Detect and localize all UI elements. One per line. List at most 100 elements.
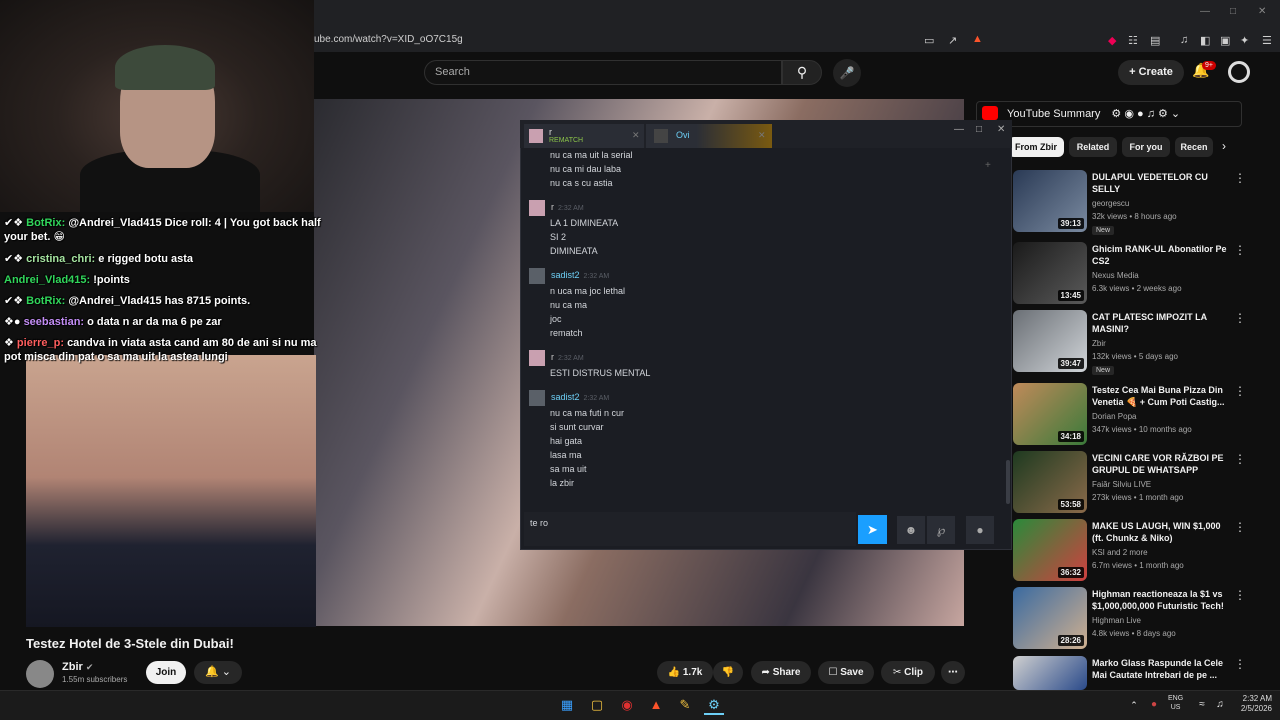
cast-icon[interactable]: ▭ bbox=[924, 34, 934, 47]
brave-shield-icon[interactable]: ▲ bbox=[972, 33, 983, 45]
more-vert-icon[interactable]: ⋮ bbox=[1234, 311, 1246, 325]
avatar[interactable] bbox=[1228, 61, 1250, 83]
chat-tab-r[interactable]: r REMATCH ✕ bbox=[524, 124, 644, 148]
chip-recent[interactable]: Recen bbox=[1175, 137, 1213, 157]
related-title[interactable]: CAT PLATESC IMPOZIT LA MASINI? bbox=[1092, 311, 1232, 335]
close-icon[interactable]: ✕ bbox=[1258, 6, 1266, 17]
volume-icon[interactable]: ♫ bbox=[1210, 695, 1230, 715]
channel-name-text[interactable]: Zbir bbox=[62, 661, 83, 673]
chevron-up-icon[interactable]: ⌃ bbox=[1124, 695, 1144, 715]
video-thumbnail[interactable]: 28:26 bbox=[1013, 587, 1087, 649]
music-icon[interactable]: ♫ bbox=[1180, 34, 1188, 46]
chip-related[interactable]: Related bbox=[1069, 137, 1117, 157]
avatar[interactable] bbox=[529, 200, 545, 216]
language-indicator[interactable]: ENG US bbox=[1168, 694, 1183, 712]
related-title[interactable]: Highman reactioneaza la $1 vs $1,000,000… bbox=[1092, 588, 1232, 612]
sender-name-text[interactable]: sadist2 bbox=[551, 270, 580, 280]
sender-name-text[interactable]: r bbox=[551, 202, 554, 212]
related-channel[interactable]: KSI and 2 more bbox=[1092, 548, 1148, 557]
avatar[interactable] bbox=[529, 350, 545, 366]
summary-tools-icon[interactable]: ⚙ ◉ ● ♫ ⚙ ⌄ bbox=[1111, 108, 1180, 120]
video-thumbnail[interactable]: 36:32 bbox=[1013, 519, 1087, 581]
sender-name[interactable]: r 2:32 AM bbox=[551, 352, 584, 362]
related-title[interactable]: VECINI CARE VOR RĂZBOI PE GRUPUL DE WHAT… bbox=[1092, 452, 1232, 476]
more-vert-icon[interactable]: ⋮ bbox=[1234, 657, 1246, 671]
maximize-icon[interactable]: □ bbox=[1230, 6, 1236, 17]
sidebar-icon[interactable]: ◧ bbox=[1200, 34, 1210, 47]
related-title[interactable]: MAKE US LAUGH, WIN $1,000 (ft. Chunkz & … bbox=[1092, 520, 1232, 544]
folder-icon[interactable]: ▢ bbox=[587, 695, 607, 715]
attach-icon[interactable]: ℘ bbox=[927, 516, 955, 544]
send-icon[interactable]: ➤ bbox=[858, 515, 887, 544]
menu-icon[interactable]: ☰ bbox=[1262, 34, 1272, 47]
wallet-icon[interactable]: ▣ bbox=[1220, 34, 1230, 47]
voice-icon[interactable]: ● bbox=[966, 516, 994, 544]
related-channel[interactable]: georgescu bbox=[1092, 199, 1129, 208]
related-channel[interactable]: Dorian Popa bbox=[1092, 412, 1136, 421]
related-title[interactable]: Testez Cea Mai Buna Pizza Din Venetia 🍕 … bbox=[1092, 384, 1232, 408]
related-title[interactable]: Ghicim RANK-UL Abonatilor Pe CS2 bbox=[1092, 243, 1232, 267]
search-input[interactable]: Search bbox=[424, 60, 782, 85]
video-thumbnail[interactable]: 39:47 bbox=[1013, 310, 1087, 372]
minimize-icon[interactable]: — bbox=[954, 124, 964, 135]
sender-name[interactable]: sadist2 2:32 AM bbox=[551, 392, 609, 402]
youtube-summary-bar[interactable]: YouTube Summary ⚙ ◉ ● ♫ ⚙ ⌄ bbox=[976, 101, 1242, 127]
related-channel[interactable]: Nexus Media bbox=[1092, 271, 1139, 280]
share-button[interactable]: ➦ Share bbox=[751, 661, 811, 684]
more-vert-icon[interactable]: ⋮ bbox=[1234, 588, 1246, 602]
close-tab-icon[interactable]: ✕ bbox=[632, 130, 640, 141]
video-thumbnail[interactable] bbox=[1013, 656, 1087, 690]
leo-icon[interactable]: ✦ bbox=[1240, 34, 1249, 47]
close-icon[interactable]: ✕ bbox=[997, 124, 1005, 135]
share-icon[interactable]: ↗ bbox=[948, 34, 957, 47]
clock[interactable]: 2:32 AM 2/5/2026 bbox=[1232, 694, 1272, 714]
more-vert-icon[interactable]: ⋮ bbox=[1234, 171, 1246, 185]
channel-name[interactable]: Zbir ✔ bbox=[62, 661, 93, 673]
search-icon[interactable]: ⚲ bbox=[782, 60, 822, 85]
sender-name-text[interactable]: sadist2 bbox=[551, 392, 580, 402]
avatar[interactable] bbox=[529, 268, 545, 284]
chevron-right-icon[interactable]: › bbox=[1222, 139, 1226, 153]
related-channel[interactable]: Zbir bbox=[1092, 339, 1106, 348]
clip-button[interactable]: ✂ Clip bbox=[881, 661, 935, 684]
app-icon[interactable]: ✎ bbox=[675, 695, 695, 715]
minimize-icon[interactable]: — bbox=[1200, 6, 1210, 17]
more-vert-icon[interactable]: ⋮ bbox=[1234, 452, 1246, 466]
chat-tab-ovi[interactable]: Ovi ✕ bbox=[646, 124, 772, 148]
start-icon[interactable]: ▦ bbox=[557, 695, 577, 715]
more-vert-icon[interactable]: ⋮ bbox=[1234, 243, 1246, 257]
chat-scrollbar[interactable] bbox=[1006, 460, 1010, 504]
more-actions-button[interactable]: ⋯ bbox=[941, 661, 965, 684]
channel-avatar[interactable] bbox=[26, 660, 54, 688]
add-friend-icon[interactable]: + bbox=[985, 160, 991, 171]
notification-bell-button[interactable]: 🔔 ⌄ bbox=[194, 661, 242, 684]
save-button[interactable]: ☐ Save bbox=[818, 661, 874, 684]
avatar[interactable] bbox=[529, 390, 545, 406]
sender-name-text[interactable]: r bbox=[551, 352, 554, 362]
mic-icon[interactable]: ● bbox=[1144, 695, 1164, 715]
video-thumbnail[interactable]: 13:45 bbox=[1013, 242, 1087, 304]
url-text[interactable]: ube.com/watch?v=XID_oO7C15g bbox=[314, 34, 463, 45]
video-thumbnail[interactable]: 39:13 bbox=[1013, 170, 1087, 232]
more-vert-icon[interactable]: ⋮ bbox=[1234, 384, 1246, 398]
mic-icon[interactable]: 🎤 bbox=[833, 59, 861, 87]
sender-name[interactable]: sadist2 2:32 AM bbox=[551, 270, 609, 280]
related-channel[interactable]: Faiăr Silviu LIVE bbox=[1092, 480, 1151, 489]
steam-icon[interactable]: ⚙ bbox=[704, 695, 724, 715]
related-title[interactable]: DULAPUL VEDETELOR CU SELLY bbox=[1092, 171, 1232, 195]
maximize-icon[interactable]: □ bbox=[976, 124, 982, 135]
emoticon-icon[interactable]: ☻ bbox=[897, 516, 925, 544]
create-button[interactable]: + Create bbox=[1118, 60, 1184, 85]
sender-name[interactable]: r 2:32 AM bbox=[551, 202, 584, 212]
chip-for-you[interactable]: For you bbox=[1122, 137, 1170, 157]
video-thumbnail[interactable]: 53:58 bbox=[1013, 451, 1087, 513]
brave-icon[interactable]: ▲ bbox=[646, 695, 666, 715]
video-thumbnail[interactable]: 34:18 bbox=[1013, 383, 1087, 445]
app-icon[interactable]: ◉ bbox=[617, 695, 637, 715]
tab-icon[interactable]: ▤ bbox=[1150, 34, 1160, 47]
dislike-button[interactable]: 👎 bbox=[713, 661, 743, 684]
puzzle-icon[interactable]: ☷ bbox=[1128, 34, 1138, 47]
chip-from-channel[interactable]: From Zbir bbox=[1008, 137, 1064, 157]
related-channel[interactable]: Highman Live bbox=[1092, 616, 1141, 625]
close-tab-icon[interactable]: ✕ bbox=[758, 130, 766, 141]
